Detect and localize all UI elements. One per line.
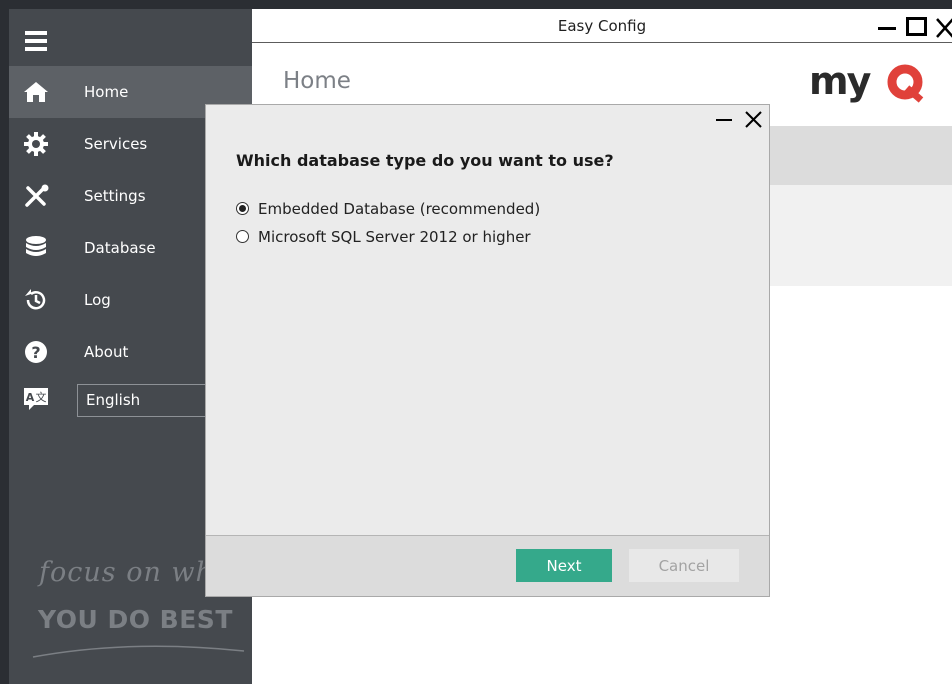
database-icon xyxy=(26,236,46,256)
window-close-icon[interactable] xyxy=(936,13,952,39)
sidebar-item-label: Database xyxy=(84,239,156,257)
content-banner xyxy=(768,126,952,185)
sidebar-item-label: Services xyxy=(84,135,148,153)
cancel-button[interactable]: Cancel xyxy=(629,549,739,582)
option-label: Embedded Database (recommended) xyxy=(258,200,541,218)
database-type-dialog: Which database type do you want to use? … xyxy=(205,104,770,597)
window-maximize-button[interactable] xyxy=(906,17,927,36)
sidebar-item-label: Settings xyxy=(84,187,146,205)
dialog-question: Which database type do you want to use? xyxy=(236,151,614,170)
window-title: Easy Config xyxy=(557,17,647,35)
history-icon xyxy=(25,289,46,310)
slogan-underline xyxy=(32,645,245,658)
dialog-minimize-button[interactable] xyxy=(716,119,732,121)
radio-button-checked[interactable] xyxy=(236,202,249,215)
sidebar-item-label: Home xyxy=(84,83,129,101)
translate-icon: A 文 xyxy=(24,388,48,410)
tools-icon xyxy=(25,184,49,207)
dialog-close-icon[interactable] xyxy=(743,109,763,129)
help-icon: ? xyxy=(25,341,47,363)
dialog-footer: Next Cancel xyxy=(206,535,769,596)
sidebar-item-label: Log xyxy=(84,291,111,309)
content-panel xyxy=(768,185,952,286)
home-icon xyxy=(24,82,48,102)
svg-text:?: ? xyxy=(31,343,40,362)
page-title: Home xyxy=(283,68,351,94)
option-label: Microsoft SQL Server 2012 or higher xyxy=(258,228,531,246)
myq-logo: my xyxy=(809,60,924,103)
radio-button[interactable] xyxy=(236,230,249,243)
svg-text:A: A xyxy=(26,391,35,404)
slogan-line2: YOU DO BEST xyxy=(38,605,233,634)
window-frame-top xyxy=(0,0,952,9)
svg-text:文: 文 xyxy=(36,390,47,404)
svg-text:my: my xyxy=(809,60,872,103)
hamburger-menu-icon[interactable] xyxy=(25,31,47,51)
gear-icon xyxy=(24,132,48,156)
window-frame-left xyxy=(0,0,9,684)
sidebar-item-label: About xyxy=(84,343,129,361)
window-minimize-button[interactable] xyxy=(878,27,896,30)
language-value: English xyxy=(86,391,141,409)
title-bar: Easy Config xyxy=(252,9,952,43)
next-button[interactable]: Next xyxy=(516,549,612,582)
